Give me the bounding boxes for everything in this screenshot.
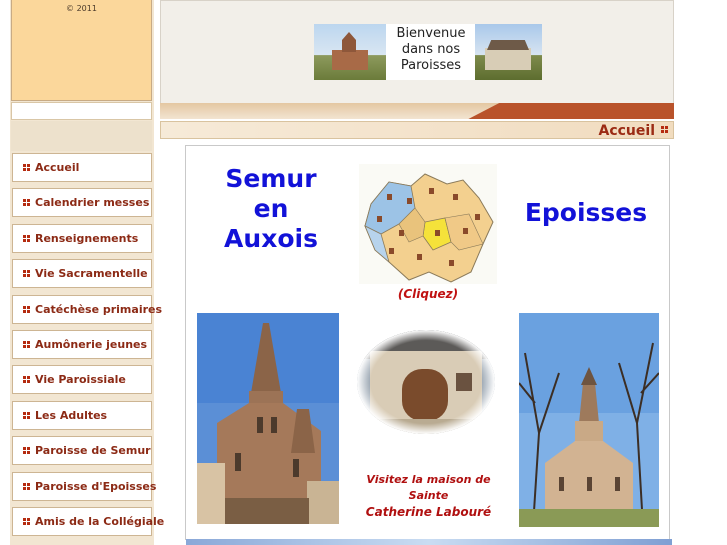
epoisses-link[interactable]: Epoisses	[516, 198, 656, 228]
nav-label: Paroisse de Semur	[35, 444, 151, 457]
copyright-box: © 2011	[11, 0, 152, 101]
nav-item-paroisse-semur[interactable]: Paroisse de Semur	[12, 436, 152, 465]
nav-label: Catéchèse primaires	[35, 303, 163, 316]
visit-line: Visitez la maison de	[366, 473, 491, 486]
header: Bienvenue dans nos Paroisses	[160, 0, 674, 103]
banner-line: Bienvenue	[396, 26, 466, 41]
nav-label: Paroisse d'Epoisses	[35, 480, 157, 493]
catherine-laboure-link[interactable]: Catherine Labouré	[356, 505, 501, 519]
bullet-icon	[661, 126, 668, 133]
bullet-icon	[23, 376, 30, 383]
sidebar-band	[11, 121, 152, 151]
nav-item-aumonerie-jeunes[interactable]: Aumônerie jeunes	[12, 330, 152, 359]
page-title: Accueil	[598, 123, 656, 139]
parish-map[interactable]	[359, 164, 497, 284]
nav-item-renseignements[interactable]: Renseignements	[12, 224, 152, 253]
nav-label: Amis de la Collégiale	[35, 515, 165, 528]
banner-line: Paroisses	[400, 58, 462, 73]
bullet-icon	[23, 235, 30, 242]
map-caption-link[interactable]: (Cliquez)	[359, 287, 497, 301]
copyright-text: © 2011	[66, 4, 97, 13]
semur-line: Semur	[225, 164, 317, 193]
bullet-icon	[23, 341, 30, 348]
semur-church-photo[interactable]	[197, 313, 339, 524]
semur-line: Auxois	[224, 224, 318, 253]
banner-text: Bienvenue dans nos Paroisses	[388, 26, 474, 74]
visit-caption: Visitez la maison de Sainte	[356, 472, 501, 504]
nav-label: Les Adultes	[35, 409, 108, 422]
nav-item-catechese-primaires[interactable]: Catéchèse primaires	[12, 295, 162, 324]
page-title-bar: Accueil	[160, 121, 674, 139]
nav-label: Renseignements	[35, 232, 139, 245]
bullet-icon	[23, 483, 30, 490]
nav-label: Vie Sacramentelle	[35, 267, 148, 280]
nav-item-vie-sacramentelle[interactable]: Vie Sacramentelle	[12, 259, 152, 288]
nav-label: Vie Paroissiale	[35, 373, 126, 386]
header-stripe	[160, 103, 674, 119]
nav-label: Aumônerie jeunes	[35, 338, 148, 351]
bullet-icon	[23, 270, 30, 277]
bullet-icon	[23, 518, 30, 525]
sidebar-blank-row	[11, 102, 152, 120]
bullet-icon	[23, 412, 30, 419]
sidebar: © 2011 Accueil Calendrier messes Renseig…	[10, 0, 164, 545]
nav-label: Accueil	[35, 161, 80, 174]
welcome-banner: Bienvenue dans nos Paroisses	[314, 24, 542, 80]
bottom-image-strip	[186, 539, 672, 545]
semur-line: en	[253, 194, 289, 223]
bullet-icon	[23, 164, 30, 171]
nav-item-vie-paroissiale[interactable]: Vie Paroissiale	[12, 365, 152, 394]
banner-line: dans nos	[401, 42, 461, 57]
epoisses-church-photo[interactable]	[519, 313, 659, 527]
semur-en-auxois-link[interactable]: Semur en Auxois	[216, 164, 326, 254]
nav-item-calendrier-messes[interactable]: Calendrier messes	[12, 188, 152, 217]
catherine-laboure-house-photo[interactable]	[356, 329, 496, 435]
bullet-icon	[23, 199, 30, 206]
nav-item-amis-collegiale[interactable]: Amis de la Collégiale	[12, 507, 164, 536]
nav-item-paroisse-epoisses[interactable]: Paroisse d'Epoisses	[12, 472, 156, 501]
nav-item-accueil[interactable]: Accueil	[12, 153, 152, 182]
bullet-icon	[23, 306, 30, 313]
banner-church-photo-left	[314, 24, 386, 80]
nav-label: Calendrier messes	[35, 196, 150, 209]
bullet-icon	[23, 447, 30, 454]
main-content: Semur en Auxois (Cliquez) Epoisses Visit…	[185, 145, 670, 540]
nav-item-les-adultes[interactable]: Les Adultes	[12, 401, 152, 430]
banner-church-photo-right	[475, 24, 542, 80]
visit-line: Sainte	[408, 489, 449, 502]
